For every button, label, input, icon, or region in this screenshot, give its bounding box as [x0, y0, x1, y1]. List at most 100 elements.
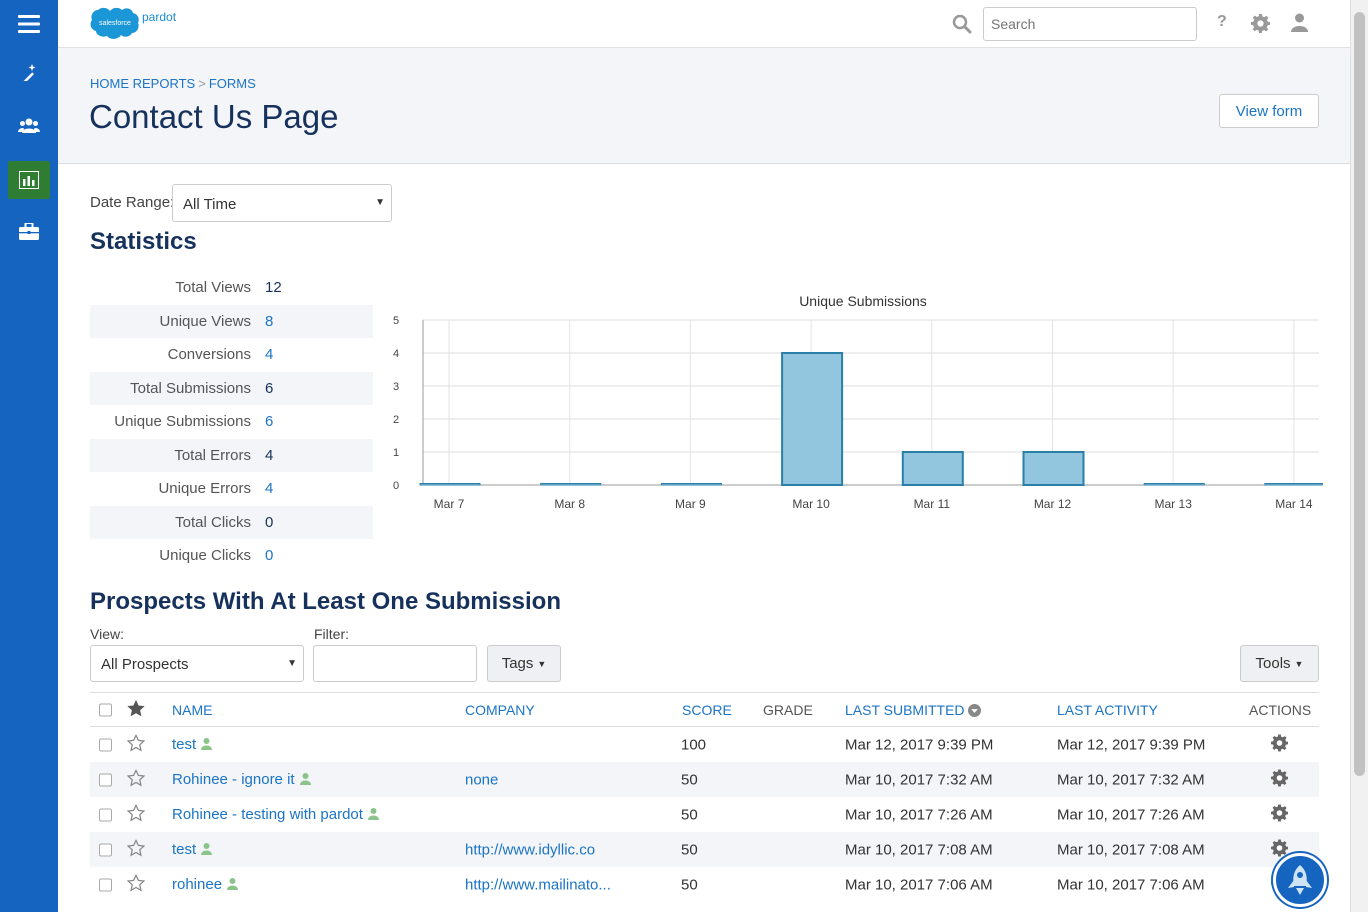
- search-input[interactable]: [983, 7, 1197, 41]
- statistics-heading: Statistics: [90, 228, 197, 255]
- stat-label: Total Views: [175, 279, 251, 297]
- prospect-name-link[interactable]: test: [172, 735, 213, 754]
- chat-widget-icon: [1288, 865, 1312, 895]
- search-icon[interactable]: [952, 14, 972, 39]
- prospect-name-link[interactable]: test: [172, 841, 213, 859]
- prospect-score: 50: [681, 806, 698, 823]
- chevron-down-icon: ▼: [537, 658, 547, 669]
- table-row[interactable]: test 100 Mar 12, 2017 9:39 PM Mar 12, 20…: [90, 727, 1319, 762]
- row-checkbox[interactable]: [99, 878, 112, 891]
- unique-submissions-chart: Unique Submissions 0 1 2 3 4 5 Mar 7 Mar 8 Mar 9 M…: [383, 288, 1326, 518]
- prospect-company[interactable]: http://www.idyllic.co: [465, 841, 595, 858]
- row-checkbox[interactable]: [99, 773, 112, 786]
- x-tick-label: Mar 7: [434, 497, 465, 511]
- chart-title: Unique Submissions: [799, 293, 927, 309]
- person-icon: [201, 842, 213, 859]
- row-checkbox[interactable]: [99, 738, 112, 751]
- col-company-header[interactable]: COMPANY: [465, 702, 535, 718]
- star-icon[interactable]: [126, 838, 146, 860]
- sidebar-item-marketing[interactable]: [0, 48, 58, 96]
- page-title: Contact Us Page: [89, 98, 339, 135]
- y-tick-label: 1: [393, 447, 399, 459]
- prospect-company[interactable]: http://www.mailinato...: [465, 876, 611, 893]
- breadcrumb-forms[interactable]: FORMS: [209, 76, 256, 91]
- stat-value-link[interactable]: 4: [265, 480, 273, 497]
- user-icon[interactable]: [1291, 13, 1308, 37]
- col-last-submitted-header[interactable]: LAST SUBMITTED: [845, 701, 982, 718]
- stat-value: 12: [265, 279, 282, 297]
- row-checkbox[interactable]: [99, 808, 112, 821]
- gear-icon[interactable]: [1251, 14, 1270, 38]
- sidebar-item-admin[interactable]: [0, 207, 58, 255]
- prospect-company[interactable]: none: [465, 771, 498, 788]
- prospect-name: test: [172, 735, 197, 753]
- col-actions-header: ACTIONS: [1249, 701, 1312, 718]
- star-icon[interactable]: [127, 699, 145, 720]
- page-scrollbar[interactable]: [1350, 0, 1368, 912]
- x-tick-label: Mar 14: [1275, 497, 1313, 511]
- prospect-last-submitted: Mar 10, 2017 7:06 AM: [845, 876, 993, 893]
- row-gear-icon[interactable]: [1271, 804, 1288, 825]
- star-icon[interactable]: [126, 873, 146, 895]
- table-row[interactable]: Rohinee - ignore it none 50 Mar 10, 2017…: [90, 762, 1319, 797]
- prospect-name-link[interactable]: rohinee: [172, 876, 239, 894]
- stat-row: Total Submissions 6: [90, 371, 373, 405]
- statistics-table: Total Views 12 Unique Views 8 Conversions 4…: [90, 271, 373, 573]
- chat-widget-button[interactable]: [1273, 853, 1327, 907]
- x-tick-label: Mar 13: [1155, 497, 1193, 511]
- tags-button[interactable]: Tags ▼: [487, 645, 561, 682]
- briefcase-icon: [19, 222, 39, 240]
- prospect-last-activity: Mar 10, 2017 7:32 AM: [1057, 771, 1205, 788]
- stat-row: Conversions 4: [90, 338, 373, 372]
- sidebar-item-reports[interactable]: [8, 161, 50, 199]
- tools-button[interactable]: Tools ▼: [1240, 645, 1319, 682]
- view-select[interactable]: All Prospects ▼: [90, 645, 304, 682]
- row-gear-icon[interactable]: [1271, 734, 1288, 755]
- breadcrumb-home[interactable]: HOME: [90, 76, 129, 91]
- col-name-header[interactable]: NAME: [172, 702, 212, 718]
- row-checkbox[interactable]: [99, 843, 112, 856]
- col-score-header[interactable]: SCORE: [682, 702, 732, 718]
- filter-input[interactable]: [313, 645, 477, 682]
- stat-value-link[interactable]: 6: [265, 413, 273, 430]
- table-row[interactable]: test http://www.idyllic.co 50 Mar 10, 20…: [90, 832, 1319, 867]
- stat-value-link[interactable]: 8: [265, 313, 273, 330]
- table-row[interactable]: rohinee http://www.mailinato... 50 Mar 1…: [90, 867, 1319, 902]
- hamburger-menu-button[interactable]: [0, 0, 58, 48]
- col-last-submitted-label: LAST SUBMITTED: [845, 701, 965, 718]
- prospect-name-link[interactable]: Rohinee - ignore it: [172, 771, 311, 789]
- date-range-select[interactable]: All Time ▼: [172, 184, 392, 222]
- prospect-score: 100: [681, 736, 707, 753]
- view-form-button[interactable]: View form: [1219, 94, 1319, 128]
- prospects-table: NAME COMPANY SCORE GRADE LAST SUBMITTED …: [90, 692, 1319, 902]
- table-row[interactable]: Rohinee - testing with pardot 50 Mar 10,…: [90, 797, 1319, 832]
- y-tick-label: 5: [393, 315, 399, 327]
- help-icon[interactable]: ?: [1217, 13, 1227, 31]
- chart-bar: [1264, 483, 1326, 486]
- star-icon[interactable]: [126, 803, 146, 825]
- pardot-logo[interactable]: salesforce pardot: [90, 6, 176, 40]
- row-gear-icon[interactable]: [1271, 769, 1288, 790]
- stat-row: Unique Errors 4: [90, 472, 373, 506]
- star-icon[interactable]: [126, 733, 146, 755]
- stat-row: Total Views 12: [90, 271, 373, 305]
- filter-label: Filter:: [314, 626, 349, 642]
- sidebar-item-prospects[interactable]: [0, 102, 58, 150]
- stat-value-link[interactable]: 4: [265, 346, 273, 363]
- chart-bar: [419, 483, 481, 486]
- prospect-name-link[interactable]: Rohinee - testing with pardot: [172, 806, 379, 824]
- tools-label: Tools: [1255, 655, 1291, 672]
- breadcrumb-reports[interactable]: REPORTS: [133, 76, 196, 91]
- select-all-checkbox[interactable]: [99, 703, 112, 716]
- chart-bar: [660, 483, 722, 486]
- scrollbar-thumb[interactable]: [1354, 12, 1365, 776]
- stat-row: Unique Views 8: [90, 304, 373, 338]
- magic-wand-icon: [22, 64, 36, 81]
- view-select-value: All Prospects: [101, 656, 189, 673]
- top-bar: salesforce pardot ?: [58, 0, 1350, 48]
- star-icon[interactable]: [126, 768, 146, 790]
- prospect-last-activity: Mar 10, 2017 7:06 AM: [1057, 876, 1205, 893]
- col-grade-header[interactable]: GRADE: [763, 702, 813, 718]
- stat-value-link[interactable]: 0: [265, 547, 273, 564]
- col-last-activity-header[interactable]: LAST ACTIVITY: [1057, 702, 1158, 718]
